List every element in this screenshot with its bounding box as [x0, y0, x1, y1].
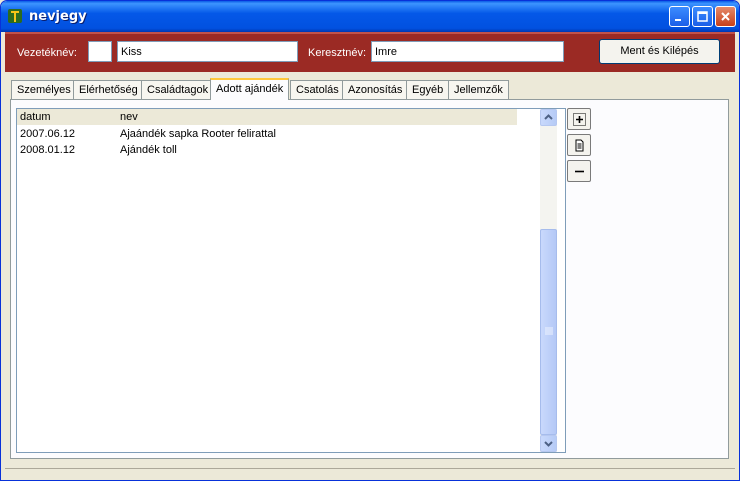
tab-adott-ajandek[interactable]: Adott ajándék [210, 78, 290, 100]
add-button[interactable] [567, 108, 591, 130]
tab-jellemzok[interactable]: Jellemzők [448, 80, 509, 100]
plus-icon [573, 113, 586, 126]
first-name-input[interactable] [371, 41, 564, 62]
row-nev: Ajaándék sapka Rooter felirattal [120, 128, 276, 140]
tab-elerhetoseg[interactable]: Elérhetőség [73, 80, 144, 100]
maximize-icon [697, 11, 708, 22]
maximize-button[interactable] [692, 6, 713, 27]
chevron-up-icon [544, 114, 553, 120]
row-nev: Ajándék toll [120, 144, 177, 156]
table-row[interactable]: 2007.06.12 Ajaándék sapka Rooter felirat… [17, 127, 539, 143]
tab-egyeb[interactable]: Egyéb [406, 80, 450, 100]
row-datum: 2007.06.12 [20, 128, 76, 140]
tab-panel: datum nev 2007.06.12 Ajaándék sapka Root… [10, 99, 729, 459]
last-name-input[interactable] [117, 41, 298, 62]
column-header-nev[interactable]: nev [120, 111, 138, 123]
window-title: nevjegy [29, 9, 87, 24]
row-datum: 2008.01.12 [20, 144, 76, 156]
first-name-label: Keresztnév: [308, 47, 367, 59]
close-button[interactable] [715, 6, 736, 27]
scroll-thumb[interactable] [540, 229, 557, 435]
vertical-scrollbar[interactable] [540, 109, 557, 452]
tab-azonositas[interactable]: Azonosítás [342, 80, 409, 100]
minimize-icon [675, 19, 681, 21]
tab-szemelyes[interactable]: Személyes [11, 80, 77, 100]
minimize-button[interactable] [669, 6, 690, 27]
status-bar [5, 468, 735, 478]
remove-button[interactable] [567, 160, 591, 182]
tab-csaladtagok[interactable]: Családtagok [141, 80, 215, 100]
app-icon [8, 9, 22, 23]
close-icon [721, 12, 730, 21]
minus-icon [575, 170, 584, 173]
app-window: nevjegy Vezetéknév: Keresztnév: Ment és … [0, 0, 740, 481]
gift-list[interactable]: datum nev 2007.06.12 Ajaándék sapka Root… [16, 108, 566, 453]
last-name-label: Vezetéknév: [17, 47, 77, 59]
title-bar[interactable]: nevjegy [1, 1, 739, 32]
edit-button[interactable] [567, 134, 591, 156]
name-header: Vezetéknév: Keresztnév: Ment és Kilépés [5, 32, 735, 72]
save-and-exit-button[interactable]: Ment és Kilépés [599, 39, 720, 64]
document-icon [575, 139, 584, 152]
table-row[interactable]: 2008.01.12 Ajándék toll [17, 143, 539, 159]
grip-icon [545, 327, 553, 335]
list-header: datum nev [17, 109, 517, 125]
name-prefix-input[interactable] [88, 41, 112, 62]
tab-csatolas[interactable]: Csatolás [290, 80, 345, 100]
scroll-up-button[interactable] [540, 109, 557, 126]
chevron-down-icon [544, 441, 553, 447]
scroll-down-button[interactable] [540, 435, 557, 452]
column-header-datum[interactable]: datum [20, 111, 51, 123]
